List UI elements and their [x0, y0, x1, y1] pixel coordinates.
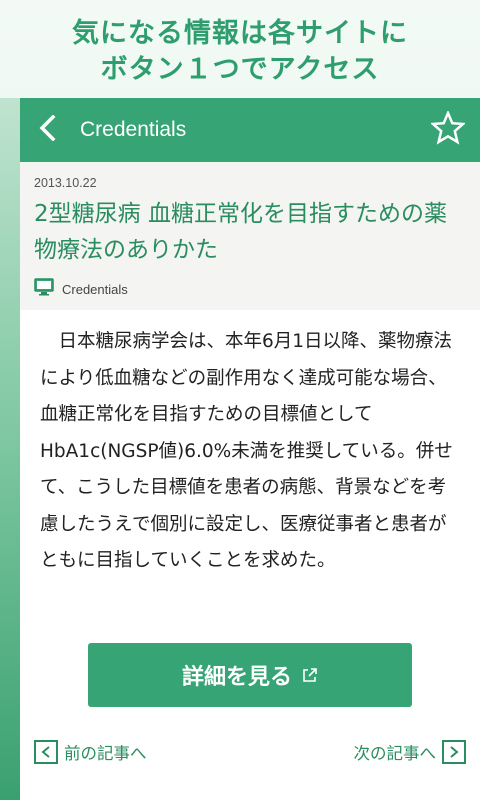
chevron-right-box-icon — [442, 740, 466, 764]
article-source: Credentials — [34, 278, 466, 300]
article-header: 2013.10.22 2型糖尿病 血糖正常化を目指すための薬物療法のありかた C… — [20, 162, 480, 310]
chevron-left-box-icon — [34, 740, 58, 764]
star-outline-icon — [429, 109, 467, 149]
view-details-label: 詳細を見る — [181, 665, 292, 690]
article-screen: Credentials 2013.10.22 2型糖尿病 血糖正常化を目指すため… — [20, 98, 480, 800]
previous-article-link[interactable]: 前の記事へ — [34, 740, 147, 764]
view-details-button[interactable]: 詳細を見る — [88, 643, 412, 707]
app-bar: Credentials — [20, 98, 480, 162]
back-button[interactable] — [20, 98, 76, 162]
favorite-button[interactable] — [424, 106, 472, 154]
article-body: 日本糖尿病学会は、本年6月1日以降、薬物療法により低血糖などの副作用なく達成可能… — [40, 331, 453, 571]
promo-banner: 気になる情報は各サイトに ボタン１つでアクセス — [0, 0, 480, 98]
article-navigation: 前の記事へ 次の記事へ — [20, 740, 480, 770]
previous-article-label: 前の記事へ — [64, 744, 147, 763]
external-link-icon — [302, 667, 318, 683]
next-article-label: 次の記事へ — [353, 744, 437, 763]
next-article-link[interactable]: 次の記事へ — [353, 740, 466, 764]
article-date: 2013.10.22 — [34, 176, 97, 190]
promo-line-1: 気になる情報は各サイトに — [72, 18, 408, 49]
promo-line-2: ボタン１つでアクセス — [100, 54, 380, 85]
source-label: Credentials — [62, 281, 128, 297]
chevron-left-icon — [37, 114, 59, 145]
decorative-stripe — [0, 98, 20, 800]
app-bar-title: Credentials — [80, 118, 187, 141]
monitor-icon — [34, 278, 54, 300]
article-title: 2型糖尿病 血糖正常化を目指すための薬物療法のありかた — [34, 201, 447, 263]
